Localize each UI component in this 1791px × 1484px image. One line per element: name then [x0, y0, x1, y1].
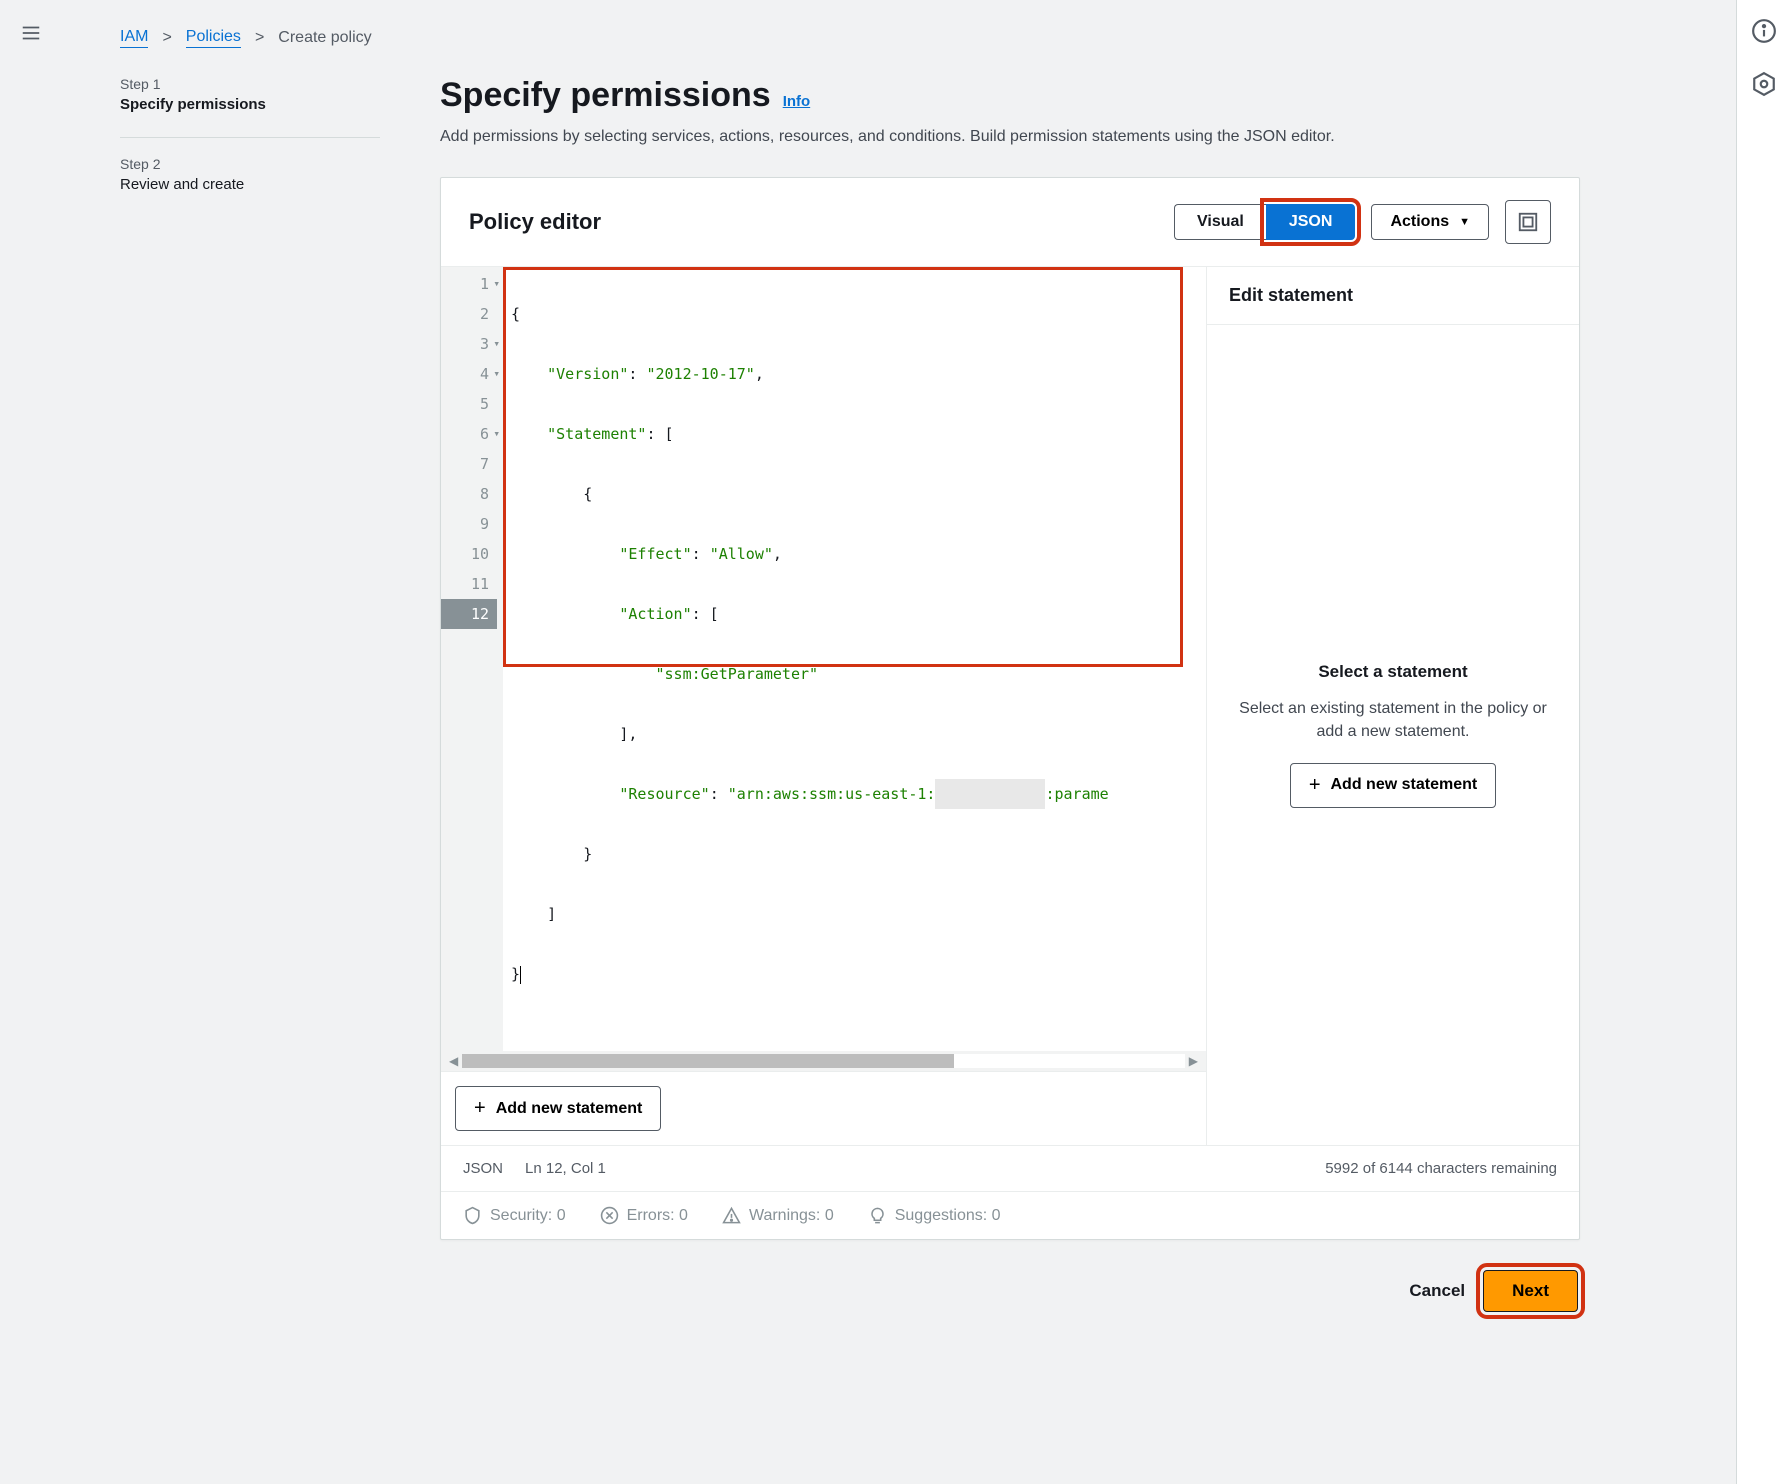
code-content[interactable]: { "Version": "2012-10-17", "Statement": …	[503, 267, 1206, 1051]
step-2-label: Step 2	[120, 156, 380, 172]
plus-icon: +	[1309, 774, 1321, 797]
suggestions-count[interactable]: Suggestions: 0	[868, 1206, 1001, 1225]
security-findings[interactable]: Security: 0	[463, 1206, 566, 1225]
plus-icon: +	[474, 1097, 486, 1120]
horizontal-scrollbar[interactable]: ◀ ▶	[441, 1051, 1206, 1071]
step-2-title: Review and create	[120, 176, 380, 193]
step-2[interactable]: Step 2 Review and create	[120, 156, 380, 211]
visual-tab[interactable]: Visual	[1174, 204, 1266, 240]
chevron-right-icon: >	[162, 29, 171, 47]
cancel-button[interactable]: Cancel	[1409, 1281, 1465, 1301]
step-1[interactable]: Step 1 Specify permissions	[120, 76, 380, 131]
fullscreen-button[interactable]	[1505, 200, 1551, 244]
line-gutter: 1 2 3 4 5 6 7 8 9 10 11	[441, 267, 503, 1051]
select-statement-title: Select a statement	[1318, 662, 1467, 682]
redacted-account-id: xxxxxxxxx	[935, 779, 1045, 809]
side-panel-header: Edit statement	[1207, 267, 1579, 325]
warnings-count[interactable]: Warnings: 0	[722, 1206, 834, 1225]
scroll-left-icon[interactable]: ◀	[449, 1054, 458, 1068]
info-link[interactable]: Info	[783, 93, 811, 110]
editor-title: Policy editor	[469, 209, 1174, 235]
hamburger-menu-icon[interactable]	[20, 22, 42, 47]
breadcrumb: IAM > Policies > Create policy	[120, 28, 1686, 48]
code-editor[interactable]: 1 2 3 4 5 6 7 8 9 10 11	[441, 267, 1207, 1145]
side-add-statement-button[interactable]: + Add new statement	[1290, 763, 1496, 808]
chars-remaining: 5992 of 6144 characters remaining	[1325, 1160, 1557, 1177]
actions-label: Actions	[1390, 213, 1449, 231]
edit-statement-panel: Edit statement Select a statement Select…	[1207, 267, 1579, 1145]
info-icon[interactable]	[1751, 18, 1777, 47]
page-description: Add permissions by selecting services, a…	[440, 125, 1580, 149]
breadcrumb-policies[interactable]: Policies	[186, 28, 241, 48]
step-1-label: Step 1	[120, 76, 380, 92]
next-button[interactable]: Next	[1483, 1270, 1578, 1312]
policy-editor-card: Policy editor Visual JSON Actions ▼	[440, 177, 1580, 1240]
breadcrumb-current: Create policy	[278, 29, 371, 47]
step-1-title: Specify permissions	[120, 96, 380, 113]
scroll-right-icon[interactable]: ▶	[1189, 1054, 1198, 1068]
cursor-position: Ln 12, Col 1	[525, 1160, 606, 1177]
actions-dropdown[interactable]: Actions ▼	[1371, 204, 1489, 240]
chevron-right-icon: >	[255, 29, 264, 47]
json-tab[interactable]: JSON	[1266, 204, 1356, 240]
select-statement-desc: Select an existing statement in the poli…	[1235, 698, 1551, 743]
validator-bar: Security: 0 Errors: 0 Warnings: 0 Sugges…	[441, 1191, 1579, 1239]
wizard-steps: Step 1 Specify permissions Step 2 Review…	[120, 76, 380, 1322]
right-help-rail	[1736, 0, 1791, 1484]
side-add-statement-label: Add new statement	[1331, 776, 1478, 794]
chevron-down-icon: ▼	[1459, 216, 1470, 228]
editor-mode-label: JSON	[463, 1160, 503, 1177]
add-new-statement-button[interactable]: + Add new statement	[455, 1086, 661, 1131]
editor-mode-toggle: Visual JSON	[1174, 204, 1355, 240]
page-title: Specify permissions	[440, 76, 771, 115]
settings-hex-icon[interactable]	[1751, 71, 1777, 100]
breadcrumb-iam[interactable]: IAM	[120, 28, 148, 48]
editor-status-bar: JSON Ln 12, Col 1 5992 of 6144 character…	[441, 1145, 1579, 1191]
step-divider	[120, 137, 380, 138]
add-statement-label: Add new statement	[496, 1100, 643, 1118]
errors-count[interactable]: Errors: 0	[600, 1206, 688, 1225]
